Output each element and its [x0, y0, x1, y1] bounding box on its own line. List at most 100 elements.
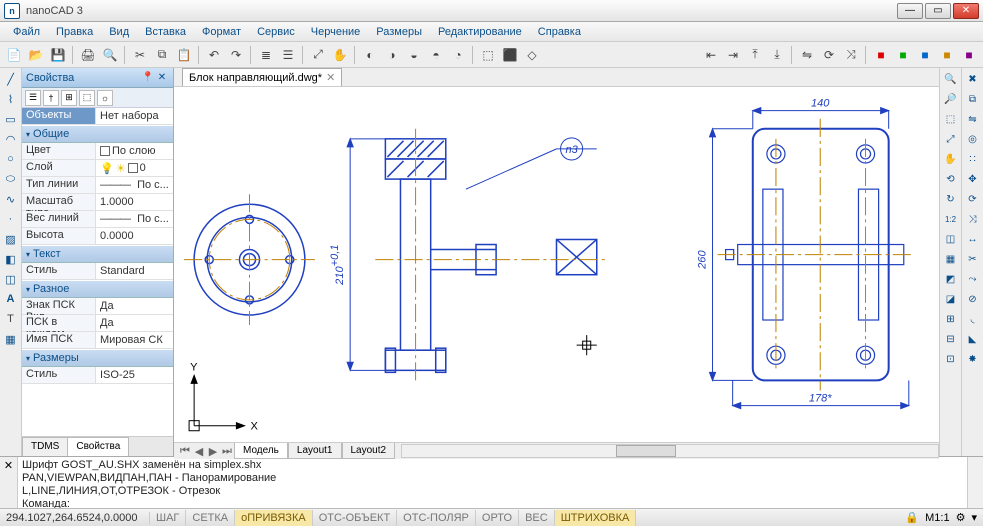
redo-icon[interactable]: ↷ — [226, 45, 246, 65]
tab-nav-first-icon[interactable]: ⏮ — [178, 445, 192, 458]
rect-icon[interactable]: ▭ — [2, 110, 20, 128]
align-icon[interactable]: ⇤ — [701, 45, 721, 65]
point-icon[interactable]: · — [2, 210, 20, 228]
circle-icon[interactable]: ○ — [2, 150, 20, 168]
prop-value[interactable]: ——— По с... — [96, 177, 173, 193]
property-row[interactable]: Вес линий ——— По с... — [22, 211, 173, 228]
block-icon[interactable]: ◫ — [2, 270, 20, 288]
menu-draw[interactable]: Черчение — [304, 24, 368, 40]
layout-tab-2[interactable]: Layout2 — [342, 443, 396, 459]
status-hatch[interactable]: ШТРИХОВКА — [555, 510, 637, 526]
mirror-icon[interactable]: ⇋ — [797, 45, 817, 65]
copy-icon[interactable]: ⧉ — [152, 45, 172, 65]
tool-icon[interactable]: ◓ — [426, 45, 446, 65]
pan-icon[interactable]: ✋ — [942, 150, 960, 168]
tool-icon[interactable]: ⬛ — [500, 45, 520, 65]
menu-dimensions[interactable]: Размеры — [369, 24, 429, 40]
view-icon[interactable]: ◩ — [942, 270, 960, 288]
status-osnap[interactable]: оПРИВЯЗКА — [235, 510, 313, 526]
undo-icon[interactable]: ↶ — [204, 45, 224, 65]
line-icon[interactable]: ╱ — [2, 70, 20, 88]
status-otrack[interactable]: ОТС-ОБЪЕКТ — [313, 510, 397, 526]
tool-icon[interactable]: ◇ — [522, 45, 542, 65]
ptool-icon[interactable]: ☼ — [97, 90, 113, 106]
property-row[interactable]: Стиль ISO-25 — [22, 367, 173, 384]
paste-icon[interactable]: 📋 — [174, 45, 194, 65]
new-icon[interactable]: 📄 — [4, 45, 24, 65]
scale-icon[interactable]: ⤨ — [964, 210, 982, 228]
layers-icon[interactable]: ≣ — [256, 45, 276, 65]
array-icon[interactable]: ∷ — [964, 150, 982, 168]
color-icon[interactable]: ■ — [893, 45, 913, 65]
view-icon[interactable]: ⊡ — [942, 350, 960, 368]
break-icon[interactable]: ⊘ — [964, 290, 982, 308]
horizontal-scrollbar[interactable] — [401, 444, 939, 458]
chamfer-icon[interactable]: ◣ — [964, 330, 982, 348]
status-snap[interactable]: ШАГ — [150, 510, 186, 526]
ellipse-icon[interactable]: ⬭ — [2, 170, 20, 188]
property-row[interactable]: Цвет По слою — [22, 143, 173, 160]
offset-icon[interactable]: ◎ — [964, 130, 982, 148]
move-icon[interactable]: ✥ — [964, 170, 982, 188]
cut-icon[interactable]: ✂ — [130, 45, 150, 65]
property-row[interactable]: Тип линии ——— По с... — [22, 177, 173, 194]
text-icon[interactable]: A — [2, 290, 20, 308]
prop-value[interactable]: Мировая СК — [96, 332, 173, 348]
view-icon[interactable]: ⊟ — [942, 330, 960, 348]
prop-value[interactable]: По слою — [96, 143, 173, 159]
prop-value[interactable]: Да — [96, 298, 173, 314]
property-row[interactable]: Высота 0.0000 — [22, 228, 173, 245]
settings-icon[interactable]: ⚙ — [956, 511, 966, 524]
menu-help[interactable]: Справка — [531, 24, 588, 40]
zoom-extents-icon[interactable]: ⤢ — [308, 45, 328, 65]
ptool-icon[interactable]: ☰ — [25, 90, 41, 106]
preview-icon[interactable]: 🔍 — [100, 45, 120, 65]
property-row[interactable]: Стиль Standard — [22, 263, 173, 280]
close-button[interactable]: ✕ — [953, 3, 979, 19]
print-icon[interactable]: 🖨 — [78, 45, 98, 65]
menu-file[interactable]: Файл — [6, 24, 47, 40]
prop-value[interactable]: ISO-25 — [96, 367, 173, 383]
color-icon[interactable]: ■ — [915, 45, 935, 65]
minimize-button[interactable]: — — [897, 3, 923, 19]
tool-icon[interactable]: ◒ — [404, 45, 424, 65]
property-row[interactable]: Объекты Нет набора — [22, 108, 173, 125]
scrollbar-thumb[interactable] — [616, 445, 676, 457]
status-polar[interactable]: ОТС-ПОЛЯР — [397, 510, 476, 526]
region-icon[interactable]: ◧ — [2, 250, 20, 268]
drawing-canvas[interactable]: n3 210+0,1 — [174, 87, 939, 442]
tab-nav-prev-icon[interactable]: ◀ — [192, 445, 206, 458]
pan-icon[interactable]: ✋ — [330, 45, 350, 65]
tool-icon[interactable]: ⬚ — [478, 45, 498, 65]
extend-icon[interactable]: ⤳ — [964, 270, 982, 288]
prop-value[interactable]: Standard — [96, 263, 173, 279]
color-icon[interactable]: ■ — [871, 45, 891, 65]
property-row[interactable]: ПСК в каждом ... Да — [22, 315, 173, 332]
menu-format[interactable]: Формат — [195, 24, 248, 40]
prop-value[interactable]: 1.0000 — [96, 194, 173, 210]
tool-icon[interactable]: ◑ — [382, 45, 402, 65]
fillet-icon[interactable]: ◟ — [964, 310, 982, 328]
command-text[interactable]: Шрифт GOST_AU.SHX заменён на simplex.shx… — [18, 457, 967, 508]
property-row[interactable]: Слой 💡☀0 — [22, 160, 173, 177]
menu-service[interactable]: Сервис — [250, 24, 302, 40]
explode-icon[interactable]: ✸ — [964, 350, 982, 368]
command-close-icon[interactable]: ✕ — [0, 457, 18, 508]
panel-pin-icon[interactable]: 📍 — [141, 71, 155, 85]
align-icon[interactable]: ⤒ — [745, 45, 765, 65]
view-icon[interactable]: ◫ — [942, 230, 960, 248]
status-lwt[interactable]: ВЕС — [519, 510, 555, 526]
pline-icon[interactable]: ⌇ — [2, 90, 20, 108]
command-scrollbar[interactable] — [967, 457, 983, 508]
ptool-icon[interactable]: ⊞ — [61, 90, 77, 106]
ptool-icon[interactable]: † — [43, 90, 59, 106]
tab-tdms[interactable]: TDMS — [22, 437, 68, 456]
view-icon[interactable]: ▦ — [942, 250, 960, 268]
zoom-out-icon[interactable]: 🔎 — [942, 90, 960, 108]
erase-icon[interactable]: ✖ — [964, 70, 982, 88]
prop-value[interactable]: ——— По с... — [96, 211, 173, 227]
prop-category-general[interactable]: Общие — [22, 125, 173, 143]
prop-value[interactable]: Да — [96, 315, 173, 331]
tool-icon[interactable]: ◔ — [448, 45, 468, 65]
mtext-icon[interactable]: T — [2, 310, 20, 328]
